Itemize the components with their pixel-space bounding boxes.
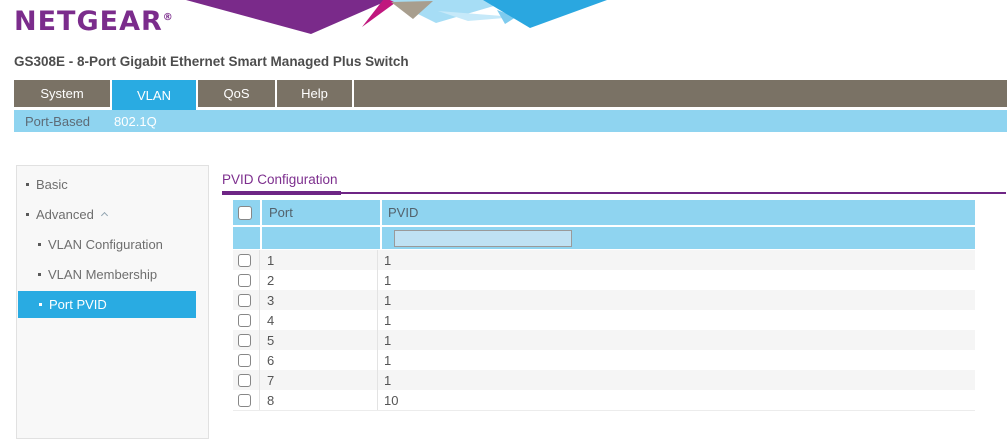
sidebar-item-label: VLAN Configuration bbox=[48, 237, 163, 252]
port-cell: 1 bbox=[260, 250, 378, 270]
row-checkbox[interactable] bbox=[238, 374, 251, 387]
sidebar-item-advanced[interactable]: Advanced bbox=[17, 199, 208, 229]
pvid-cell: 10 bbox=[378, 390, 975, 410]
sidebar-menu: Basic Advanced VLAN Configuration VLAN M… bbox=[16, 165, 209, 439]
sidebar-item-label: Advanced bbox=[36, 207, 94, 222]
port-cell: 8 bbox=[260, 390, 378, 410]
table-row: 1 1 bbox=[233, 250, 975, 270]
main-navbar: System VLAN QoS Help bbox=[14, 80, 1007, 107]
section-title: PVID Configuration bbox=[222, 170, 341, 195]
sidebar-item-vlan-membership[interactable]: VLAN Membership bbox=[17, 259, 208, 289]
registered-mark: ® bbox=[163, 12, 174, 23]
pvid-filter-input[interactable] bbox=[394, 230, 572, 247]
sidebar-item-vlan-configuration[interactable]: VLAN Configuration bbox=[17, 229, 208, 259]
sidebar-item-label: Port PVID bbox=[49, 297, 107, 312]
netgear-logo: NETGEAR® bbox=[14, 6, 174, 37]
table-row: 2 1 bbox=[233, 270, 975, 290]
pvid-cell: 1 bbox=[378, 310, 975, 330]
pvid-table: Port PVID 1 1 2 1 bbox=[233, 200, 975, 411]
table-filter-row bbox=[233, 227, 975, 249]
table-row: 4 1 bbox=[233, 310, 975, 330]
tab-qos[interactable]: QoS bbox=[198, 80, 275, 107]
port-cell: 7 bbox=[260, 370, 378, 390]
tab-vlan[interactable]: VLAN bbox=[112, 80, 196, 110]
port-cell: 3 bbox=[260, 290, 378, 310]
subnav-item-port-based[interactable]: Port-Based bbox=[25, 114, 90, 129]
row-checkbox[interactable] bbox=[238, 294, 251, 307]
pvid-cell: 1 bbox=[378, 370, 975, 390]
sidebar-item-port-pvid[interactable]: Port PVID bbox=[18, 291, 196, 318]
section-title-rule: PVID Configuration bbox=[222, 170, 1006, 194]
filter-checkbox-cell bbox=[233, 227, 260, 249]
row-checkbox[interactable] bbox=[238, 254, 251, 267]
subnav-item-8021q[interactable]: 802.1Q bbox=[114, 114, 157, 129]
tab-system[interactable]: System bbox=[14, 80, 110, 107]
bullet-icon bbox=[26, 183, 29, 186]
port-cell: 4 bbox=[260, 310, 378, 330]
pvid-cell: 1 bbox=[378, 330, 975, 350]
row-checkbox[interactable] bbox=[238, 334, 251, 347]
filter-pvid-cell bbox=[382, 227, 975, 249]
main-content: PVID Configuration Port PVID 1 1 bbox=[222, 170, 1006, 411]
sidebar-item-label: VLAN Membership bbox=[48, 267, 157, 282]
row-checkbox[interactable] bbox=[238, 354, 251, 367]
pvid-cell: 1 bbox=[378, 290, 975, 310]
table-row: 7 1 bbox=[233, 370, 975, 390]
chevron-up-icon bbox=[101, 212, 108, 219]
bullet-icon bbox=[26, 213, 29, 216]
row-checkbox[interactable] bbox=[238, 274, 251, 287]
pvid-cell: 1 bbox=[378, 250, 975, 270]
tab-help[interactable]: Help bbox=[277, 80, 352, 107]
bullet-icon bbox=[38, 273, 41, 276]
bullet-icon bbox=[39, 303, 42, 306]
sidebar-item-label: Basic bbox=[36, 177, 68, 192]
table-row: 3 1 bbox=[233, 290, 975, 310]
banner-graphic bbox=[186, 0, 612, 34]
bullet-icon bbox=[38, 243, 41, 246]
port-cell: 2 bbox=[260, 270, 378, 290]
table-row: 6 1 bbox=[233, 350, 975, 370]
header-checkbox-cell bbox=[233, 200, 260, 225]
pvid-cell: 1 bbox=[378, 270, 975, 290]
port-cell: 6 bbox=[260, 350, 378, 370]
navbar-filler bbox=[354, 80, 1007, 107]
column-header-port: Port bbox=[262, 200, 380, 225]
vlan-subnav: Port-Based 802.1Q bbox=[14, 110, 1007, 132]
filter-port-cell bbox=[262, 227, 380, 249]
sidebar-item-basic[interactable]: Basic bbox=[17, 169, 208, 199]
table-row: 8 10 bbox=[233, 390, 975, 410]
select-all-checkbox[interactable] bbox=[238, 206, 252, 220]
device-title: GS308E - 8-Port Gigabit Ethernet Smart M… bbox=[14, 54, 409, 69]
port-cell: 5 bbox=[260, 330, 378, 350]
row-checkbox[interactable] bbox=[238, 394, 251, 407]
table-header-row: Port PVID bbox=[233, 200, 975, 225]
table-row: 5 1 bbox=[233, 330, 975, 350]
column-header-pvid: PVID bbox=[382, 200, 975, 225]
table-body: 1 1 2 1 3 1 4 1 5 1 bbox=[233, 250, 975, 411]
pvid-cell: 1 bbox=[378, 350, 975, 370]
row-checkbox[interactable] bbox=[238, 314, 251, 327]
logo-text: NETGEAR bbox=[14, 6, 163, 37]
